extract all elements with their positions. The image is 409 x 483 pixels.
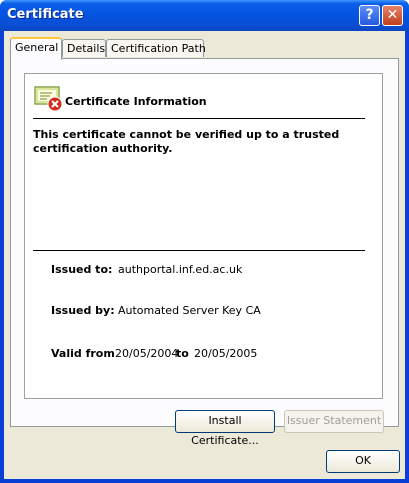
valid-to-value: 20/05/2005 [194,347,258,360]
tab-details[interactable]: Details [62,39,106,57]
valid-from-value: 20/05/2004 [115,347,179,360]
dialog-body: General Details Certification Path Certi… [4,31,405,479]
divider-bottom [33,250,365,251]
title-bar[interactable]: Certificate ? ✕ [0,0,409,31]
issued-to-label: Issued to: [51,263,113,276]
issued-by-label: Issued by: [51,304,115,317]
help-button[interactable]: ? [359,5,380,26]
tab-general[interactable]: General [10,37,62,60]
verification-warning: This certificate cannot be verified up t… [33,128,340,155]
window-title: Certificate [7,7,84,22]
general-tab-panel: Certificate Information This certificate… [10,58,399,447]
install-certificate-button[interactable]: Install Certificate... [175,410,275,447]
close-button[interactable]: ✕ [382,5,403,26]
valid-from-label: Valid from [51,347,115,360]
valid-to-label: to [176,347,189,360]
issuer-statement-button[interactable]: Issuer Statement [284,410,384,433]
divider-top [33,118,365,119]
issued-by-value: Automated Server Key CA [118,304,261,317]
tab-certification-path[interactable]: Certification Path [106,39,206,57]
issued-to-value: authportal.inf.ed.ac.uk [118,263,243,276]
certificate-info-box: Certificate Information This certificate… [24,73,383,399]
certificate-error-icon [34,86,63,112]
ok-button[interactable]: OK [326,450,400,473]
certificate-information-heading: Certificate Information [65,95,207,108]
certificate-dialog: Certificate ? ✕ General Details Certific… [0,0,409,483]
